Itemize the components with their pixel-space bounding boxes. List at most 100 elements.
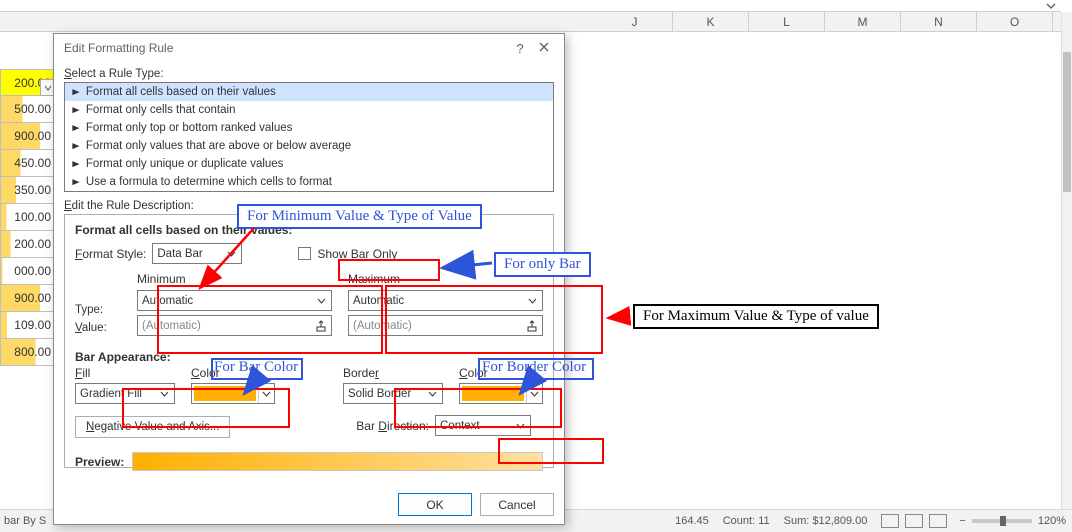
maximum-label: Maximum bbox=[348, 272, 543, 286]
data-cell[interactable]: 450.00 bbox=[0, 150, 56, 177]
value-column: 200.00500.00900.00450.00350.00100.00200.… bbox=[0, 69, 56, 366]
border-combo[interactable]: Solid Border bbox=[343, 383, 443, 404]
col-header-pad bbox=[0, 12, 597, 31]
vertical-scrollbar[interactable] bbox=[1061, 12, 1072, 509]
rule-type-text: Format only values that are above or bel… bbox=[86, 140, 351, 152]
chevron-down-icon[interactable] bbox=[1045, 1, 1057, 11]
zoom-minus[interactable]: − bbox=[959, 515, 965, 527]
column-header[interactable]: N bbox=[901, 12, 977, 31]
maximum-column: Maximum Automatic (Automatic) bbox=[348, 272, 543, 336]
edit-rule-description-label: Edit the Rule Description: bbox=[64, 200, 554, 212]
collapse-ribbon-bar bbox=[0, 0, 1061, 12]
fill-color-swatch bbox=[194, 386, 256, 401]
status-count: Count: 11 bbox=[723, 515, 770, 527]
rule-type-item[interactable]: ► Format only values that are above or be… bbox=[65, 137, 553, 155]
minimum-type-combo[interactable]: Automatic bbox=[137, 290, 332, 311]
panel-caption: Format all cells based on their values: bbox=[75, 223, 543, 237]
range-picker-icon[interactable] bbox=[314, 319, 328, 333]
format-style-combo[interactable]: Data Bar bbox=[152, 243, 242, 264]
fill-color-combo[interactable] bbox=[191, 383, 275, 404]
status-sum: Sum: $12,809.00 bbox=[784, 515, 868, 527]
column-header[interactable]: J bbox=[597, 12, 673, 31]
column-header[interactable]: L bbox=[749, 12, 825, 31]
bullet-arrow-icon: ► bbox=[70, 123, 82, 134]
data-cell[interactable]: 900.00 bbox=[0, 123, 56, 150]
zoom-slider[interactable] bbox=[972, 519, 1032, 523]
minimum-value-text: (Automatic) bbox=[142, 320, 201, 332]
data-cell[interactable]: 350.00 bbox=[0, 177, 56, 204]
data-cell[interactable]: 109.00 bbox=[0, 312, 56, 339]
minimum-value-input[interactable]: (Automatic) bbox=[137, 315, 332, 336]
select-rule-type-label: Select a Rule Type: bbox=[64, 68, 554, 80]
ok-button[interactable]: OK bbox=[398, 493, 472, 516]
bullet-arrow-icon: ► bbox=[70, 141, 82, 152]
maximum-type-combo[interactable]: Automatic bbox=[348, 290, 543, 311]
column-header[interactable]: K bbox=[673, 12, 749, 31]
range-picker-icon[interactable] bbox=[525, 319, 539, 333]
rule-type-item[interactable]: ►Format only unique or duplicate values bbox=[65, 155, 553, 173]
data-cell[interactable]: 500.00 bbox=[0, 96, 56, 123]
close-button[interactable] bbox=[532, 41, 556, 56]
chevron-down-icon bbox=[426, 387, 439, 400]
page-break-view-icon[interactable] bbox=[929, 514, 947, 528]
close-icon bbox=[538, 41, 550, 53]
fill-combo[interactable]: Gradient Fill bbox=[75, 383, 175, 404]
border-color-label: Color bbox=[459, 366, 543, 380]
bullet-arrow-icon: ► bbox=[70, 87, 82, 98]
data-cell[interactable]: 800.00 bbox=[0, 339, 56, 366]
negative-value-axis-button[interactable]: Negative Value and Axis... bbox=[75, 416, 230, 438]
rule-type-text: Format only top or bottom ranked values bbox=[86, 122, 292, 134]
chevron-down-icon bbox=[258, 384, 274, 403]
fill-color-label: Color bbox=[191, 366, 275, 380]
border-label: Border bbox=[343, 366, 443, 380]
minimum-column: Minimum Automatic (Automatic) bbox=[137, 272, 332, 336]
data-cell[interactable]: 100.00 bbox=[0, 204, 56, 231]
column-header[interactable]: O bbox=[977, 12, 1053, 31]
status-avg: 164.45 bbox=[675, 515, 709, 527]
dialog-title: Edit Formatting Rule bbox=[64, 41, 508, 55]
value-label: Value: bbox=[75, 322, 121, 334]
column-headers: JKLMNO bbox=[0, 12, 1061, 32]
rule-description-panel: Format all cells based on their values: … bbox=[64, 214, 554, 468]
rule-type-text: Format only cells that contain bbox=[86, 104, 236, 116]
bullet-arrow-icon: ► bbox=[70, 105, 82, 116]
data-cell[interactable]: 000.00 bbox=[0, 258, 56, 285]
chevron-down-icon bbox=[315, 294, 328, 307]
view-switch-icons[interactable] bbox=[875, 514, 953, 528]
edit-formatting-rule-dialog: Edit Formatting Rule ? Select a Rule Typ… bbox=[53, 33, 565, 525]
show-bar-only-checkbox[interactable] bbox=[298, 247, 311, 260]
border-value: Solid Border bbox=[348, 388, 411, 400]
rule-type-item[interactable]: ►Use a formula to determine which cells … bbox=[65, 173, 553, 191]
bar-direction-label: Bar Direction: bbox=[356, 419, 429, 433]
type-label: Type: bbox=[75, 304, 121, 316]
maximum-value-text: (Automatic) bbox=[353, 320, 412, 332]
column-header[interactable]: M bbox=[825, 12, 901, 31]
border-color-combo[interactable] bbox=[459, 383, 543, 404]
show-bar-only-label: Show Bar Only bbox=[317, 247, 397, 261]
bar-direction-combo[interactable]: Context bbox=[435, 415, 531, 436]
rule-type-item[interactable]: ►Format all cells based on their values bbox=[65, 83, 553, 101]
fill-label: Fill bbox=[75, 366, 175, 380]
data-cell[interactable]: 900.00 bbox=[0, 285, 56, 312]
rule-type-list[interactable]: ►Format all cells based on their values►… bbox=[64, 82, 554, 192]
rule-type-item[interactable]: ► Format only cells that contain bbox=[65, 101, 553, 119]
maximum-value-input[interactable]: (Automatic) bbox=[348, 315, 543, 336]
bar-direction-value: Context bbox=[440, 420, 480, 432]
bullet-arrow-icon: ► bbox=[70, 177, 82, 188]
normal-view-icon[interactable] bbox=[881, 514, 899, 528]
dialog-titlebar[interactable]: Edit Formatting Rule ? bbox=[54, 34, 564, 62]
scrollbar-thumb[interactable] bbox=[1063, 52, 1071, 192]
bar-appearance-label: Bar Appearance: bbox=[75, 350, 543, 364]
data-cell[interactable]: 200.00 bbox=[0, 231, 56, 258]
rule-type-text: Format only unique or duplicate values bbox=[86, 158, 284, 170]
preview-bar bbox=[132, 452, 543, 471]
zoom-control[interactable]: − 120% bbox=[953, 515, 1072, 527]
chevron-down-icon bbox=[158, 387, 171, 400]
help-button[interactable]: ? bbox=[508, 41, 532, 56]
zoom-level: 120% bbox=[1038, 515, 1066, 527]
chevron-down-icon bbox=[514, 419, 527, 432]
chevron-down-icon bbox=[526, 384, 542, 403]
rule-type-item[interactable]: ► Format only top or bottom ranked values bbox=[65, 119, 553, 137]
page-layout-view-icon[interactable] bbox=[905, 514, 923, 528]
cancel-button[interactable]: Cancel bbox=[480, 493, 554, 516]
